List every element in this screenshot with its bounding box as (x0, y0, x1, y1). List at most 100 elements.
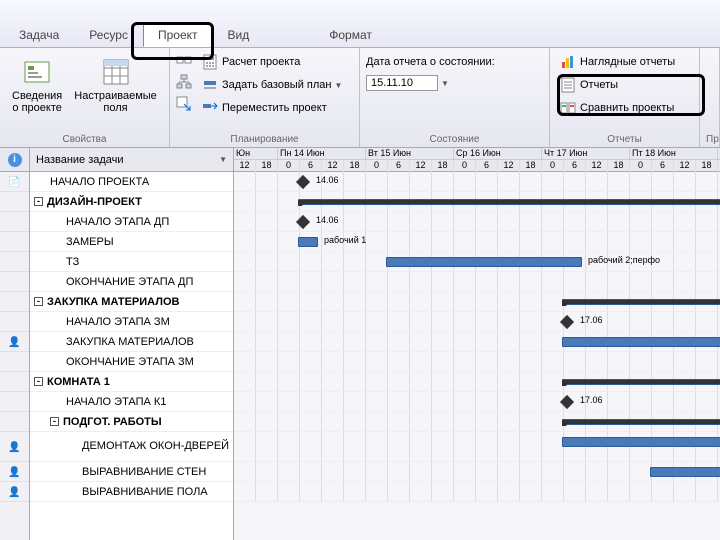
task-row[interactable]: ТЗ (30, 252, 233, 272)
group-label-reports: Отчеты (556, 132, 693, 145)
tab-task[interactable]: Задача (4, 23, 74, 47)
task-row[interactable]: -ДИЗАЙН-ПРОЕКТ (30, 192, 233, 212)
task-row[interactable]: -ПОДГОТ. РАБОТЫ (30, 412, 233, 432)
note-indicator-icon (8, 176, 20, 188)
indicators-header: i (0, 148, 29, 172)
group-label-check: Пра (706, 132, 713, 145)
task-name-column: Название задачи ▼ НАЧАЛО ПРОЕКТА -ДИЗАЙН-… (30, 148, 234, 540)
compare-icon (560, 100, 576, 116)
main-area: i Название задачи ▼ НАЧАЛО ПРОЕКТА -ДИЗАЙ… (0, 148, 720, 540)
report-date-input[interactable] (366, 75, 438, 91)
ribbon-group-check: Пра (700, 48, 720, 147)
resource-indicator-icon (8, 336, 20, 348)
task-row[interactable]: ОКОНЧАНИЕ ЭТАПА ЗМ (30, 352, 233, 372)
task-row[interactable]: НАЧАЛО ЭТАПА ЗМ (30, 312, 233, 332)
task-name-label: НАЧАЛО ПРОЕКТА (50, 176, 149, 188)
chevron-down-icon[interactable]: ▼ (219, 155, 227, 164)
task-name-label: ЗАКУПКА МАТЕРИАЛОВ (66, 336, 194, 348)
gantt-summary-bar[interactable] (562, 419, 720, 425)
task-name-label: ОКОНЧАНИЕ ЭТАПА ДП (66, 276, 193, 288)
tab-project[interactable]: Проект (143, 23, 213, 47)
move-project-button[interactable]: Переместить проект (198, 98, 346, 118)
task-name-label: ДЕМОНТАЖ ОКОН-ДВЕРЕЙ (82, 440, 229, 452)
links-icon[interactable] (176, 52, 192, 71)
gantt-row[interactable] (234, 392, 720, 412)
ribbon-tabs: Задача Ресурс Проект Вид Формат (0, 0, 720, 48)
gantt-bar-label: рабочий 1 (324, 235, 366, 245)
task-name-label: ЗАКУПКА МАТЕРИАЛОВ (47, 296, 179, 308)
arrow-icon[interactable] (176, 96, 192, 115)
task-row[interactable]: ДЕМОНТАЖ ОКОН-ДВЕРЕЙ (30, 432, 233, 462)
gantt-bar-label: 14.06 (316, 215, 339, 225)
gantt-body[interactable]: 14.0614.06рабочий 1рабочий 2;перфо17.061… (234, 172, 720, 502)
group-label-state: Состояние (366, 132, 543, 145)
task-name-label: НАЧАЛО ЭТАПА ДП (66, 216, 169, 228)
task-row[interactable]: НАЧАЛО ПРОЕКТА (30, 172, 233, 192)
task-row[interactable]: ВЫРАВНИВАНИЕ СТЕН (30, 462, 233, 482)
task-row[interactable]: ОКОНЧАНИЕ ЭТАПА ДП (30, 272, 233, 292)
ribbon-group-properties: Сведения о проекте Настраиваемые поля Св… (0, 48, 170, 147)
gantt-timescale: ЮнПн 14 ИюнВт 15 ИюнСр 16 ИюнЧт 17 ИюнПт… (234, 148, 720, 172)
ribbon-group-reports: Наглядные отчеты Отчеты Сравнить проекты… (550, 48, 700, 147)
task-row[interactable]: НАЧАЛО ЭТАПА ДП (30, 212, 233, 232)
gantt-row[interactable] (234, 272, 720, 292)
ribbon-group-planning: Расчет проекта Задать базовый план▼ Пере… (170, 48, 360, 147)
task-row[interactable]: -ЗАКУПКА МАТЕРИАЛОВ (30, 292, 233, 312)
custom-fields-icon (100, 56, 132, 88)
project-info-button[interactable]: Сведения о проекте (6, 52, 68, 118)
task-name-header[interactable]: Название задачи ▼ (30, 148, 233, 172)
set-baseline-button[interactable]: Задать базовый план▼ (198, 75, 346, 95)
outline-toggle[interactable]: - (34, 197, 43, 206)
reports-button[interactable]: Отчеты (556, 75, 679, 95)
task-name-label: КОМНАТА 1 (47, 376, 110, 388)
task-name-label: НАЧАЛО ЭТАПА К1 (66, 396, 166, 408)
ribbon-body: Сведения о проекте Настраиваемые поля Св… (0, 48, 720, 148)
gantt-row[interactable] (234, 312, 720, 332)
gantt-row[interactable] (234, 462, 720, 482)
outline-toggle[interactable]: - (50, 417, 59, 426)
task-row[interactable]: -КОМНАТА 1 (30, 372, 233, 392)
task-row[interactable]: ЗАМЕРЫ (30, 232, 233, 252)
custom-fields-button[interactable]: Настраиваемые поля (68, 52, 163, 118)
resource-indicator-icon (8, 466, 20, 478)
tab-resource[interactable]: Ресурс (74, 23, 143, 47)
chevron-down-icon[interactable]: ▼ (441, 79, 449, 88)
resource-indicator-icon (8, 486, 20, 498)
task-row[interactable]: ВЫРАВНИВАНИЕ ПОЛА (30, 482, 233, 502)
calc-project-button[interactable]: Расчет проекта (198, 52, 346, 72)
ribbon-group-state: Дата отчета о состоянии: ▼ Состояние (360, 48, 550, 147)
task-name-label: ПОДГОТ. РАБОТЫ (63, 416, 162, 428)
outline-toggle[interactable]: - (34, 377, 43, 386)
gantt-task-bar[interactable] (386, 257, 582, 267)
info-icon: i (8, 153, 22, 167)
wbs-icon[interactable] (176, 74, 192, 93)
resource-indicator-icon (8, 441, 20, 453)
gantt-summary-bar[interactable] (562, 379, 720, 385)
baseline-icon (202, 77, 218, 93)
gantt-task-bar[interactable] (562, 437, 720, 447)
tab-view[interactable]: Вид (213, 23, 265, 47)
task-name-label: ВЫРАВНИВАНИЕ СТЕН (82, 466, 206, 478)
tab-format[interactable]: Формат (314, 23, 387, 47)
indicators-column: i (0, 148, 30, 540)
gantt-task-bar[interactable] (650, 467, 720, 477)
gantt-row[interactable] (234, 482, 720, 502)
group-label-planning: Планирование (176, 132, 353, 145)
gantt-task-bar[interactable] (562, 337, 720, 347)
task-row[interactable]: ЗАКУПКА МАТЕРИАЛОВ (30, 332, 233, 352)
gantt-task-bar[interactable] (298, 237, 318, 247)
move-project-icon (202, 100, 218, 116)
report-icon (560, 77, 576, 93)
gantt-row[interactable] (234, 352, 720, 372)
gantt-chart[interactable]: ЮнПн 14 ИюнВт 15 ИюнСр 16 ИюнЧт 17 ИюнПт… (234, 148, 720, 540)
chevron-down-icon: ▼ (334, 81, 342, 90)
gantt-bar-label: рабочий 2;перфо (588, 255, 660, 265)
gantt-summary-bar[interactable] (298, 199, 720, 205)
outline-toggle[interactable]: - (34, 297, 43, 306)
task-name-label: НАЧАЛО ЭТАПА ЗМ (66, 316, 170, 328)
visual-reports-button[interactable]: Наглядные отчеты (556, 52, 679, 72)
task-name-label: ВЫРАВНИВАНИЕ ПОЛА (82, 486, 208, 498)
task-row[interactable]: НАЧАЛО ЭТАПА К1 (30, 392, 233, 412)
gantt-summary-bar[interactable] (562, 299, 720, 305)
compare-projects-button[interactable]: Сравнить проекты (556, 98, 679, 118)
